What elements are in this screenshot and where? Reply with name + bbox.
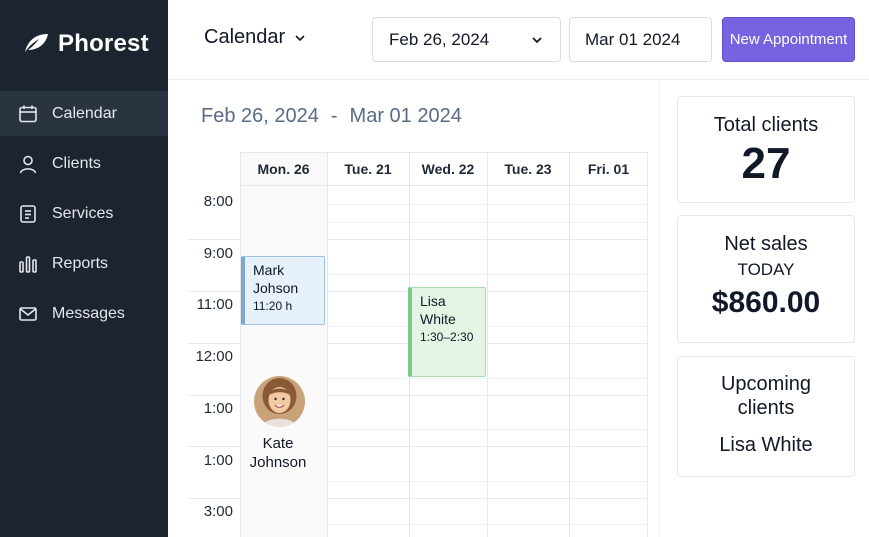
range-end: Mar 01 2024	[349, 105, 462, 127]
day-header[interactable]: Wed. 22	[409, 152, 487, 186]
total-clients-card[interactable]: Total clients 27	[677, 96, 855, 203]
view-selector-label: Calendar	[204, 26, 286, 48]
chevron-down-icon	[295, 34, 305, 41]
avatar[interactable]	[254, 376, 305, 427]
start-date-select[interactable]: Feb 26, 2024	[372, 17, 561, 62]
user-icon	[18, 154, 38, 174]
sidebar-item-messages[interactable]: Messages	[0, 291, 168, 336]
sidebar-item-label: Clients	[52, 154, 101, 172]
net-sales-period: TODAY	[737, 260, 795, 279]
sidebar-item-calendar[interactable]: Calendar	[0, 91, 168, 136]
sidebar-item-clients[interactable]: Clients	[0, 141, 168, 186]
sidebar: Phorest Calendar Clients Services Report…	[0, 0, 168, 537]
time-label: 12:00	[195, 348, 233, 365]
sidebar-item-label: Services	[52, 204, 114, 222]
top-header: Calendar Feb 26, 2024 Mar 01 2024 New Ap…	[168, 0, 869, 80]
time-label: 8:00	[203, 193, 233, 210]
new-appointment-button[interactable]: New Appointment	[722, 17, 855, 62]
day-column-mon[interactable]	[240, 152, 327, 537]
appointment-card[interactable]: Lisa White 1:30–2:30	[408, 287, 486, 377]
calendar-icon	[18, 104, 38, 124]
appointment-card[interactable]: Mark Johson 11:20 h	[241, 256, 325, 325]
sidebar-nav: Calendar Clients Services Reports Messag…	[0, 91, 168, 341]
calendar-grid: Mon. 26 Tue. 21 Wed. 22 Tue. 23 Fri. 01 …	[188, 152, 648, 537]
bar-chart-icon	[18, 254, 38, 274]
day-header[interactable]: Tue. 23	[487, 152, 569, 186]
appointment-time: 11:20 h	[253, 299, 293, 313]
chevron-down-icon	[532, 36, 542, 43]
end-date-input[interactable]: Mar 01 2024	[569, 17, 712, 62]
panel-divider	[659, 80, 660, 537]
upcoming-client-name: Lisa White	[719, 434, 813, 456]
appointment-time: 1:30–2:30	[420, 330, 474, 344]
day-column-tue-21[interactable]	[327, 152, 409, 537]
date-range-heading: Feb 26, 2024- Mar 01 2024	[201, 105, 462, 128]
card-title: Total clients	[713, 114, 819, 136]
day-column-tue-23[interactable]	[487, 152, 569, 537]
brand-logo[interactable]: Phorest	[22, 30, 149, 58]
total-clients-value: 27	[741, 139, 791, 188]
net-sales-value: $860.00	[711, 286, 821, 319]
time-label: 1:00	[203, 452, 233, 469]
appointment-client: Lisa White	[420, 293, 456, 327]
phorest-leaf-icon	[25, 34, 48, 52]
sidebar-item-label: Messages	[52, 304, 125, 322]
sidebar-item-services[interactable]: Services	[0, 191, 168, 236]
range-start: Feb 26, 2024	[201, 105, 319, 127]
sidebar-item-label: Calendar	[52, 104, 117, 122]
time-label: 3:00	[203, 503, 233, 520]
range-separator: -	[330, 105, 338, 127]
card-title: Net sales	[724, 233, 808, 255]
net-sales-card[interactable]: Net sales TODAY $860.00	[677, 215, 855, 343]
brand-name: Phorest	[58, 30, 149, 57]
card-title: Upcoming clients	[720, 373, 812, 419]
day-header[interactable]: Mon. 26	[240, 152, 327, 186]
time-label: 9:00	[203, 245, 233, 262]
day-header[interactable]: Fri. 01	[569, 152, 648, 186]
time-label: 11:00	[196, 296, 233, 313]
start-date-value: Feb 26, 2024	[389, 29, 490, 49]
appointment-client: Mark Johson	[253, 262, 299, 296]
upcoming-clients-card[interactable]: Upcoming clients Lisa White	[677, 356, 855, 477]
sidebar-item-label: Reports	[52, 254, 109, 272]
time-label: 1:00	[203, 400, 233, 417]
avatar-client-name: Kate Johnson	[249, 435, 307, 471]
day-header[interactable]: Tue. 21	[327, 152, 409, 186]
day-column-fri-01[interactable]	[569, 152, 648, 537]
list-icon	[18, 204, 38, 224]
mail-icon	[18, 304, 38, 324]
view-selector[interactable]: Calendar	[204, 26, 307, 49]
sidebar-item-reports[interactable]: Reports	[0, 241, 168, 286]
